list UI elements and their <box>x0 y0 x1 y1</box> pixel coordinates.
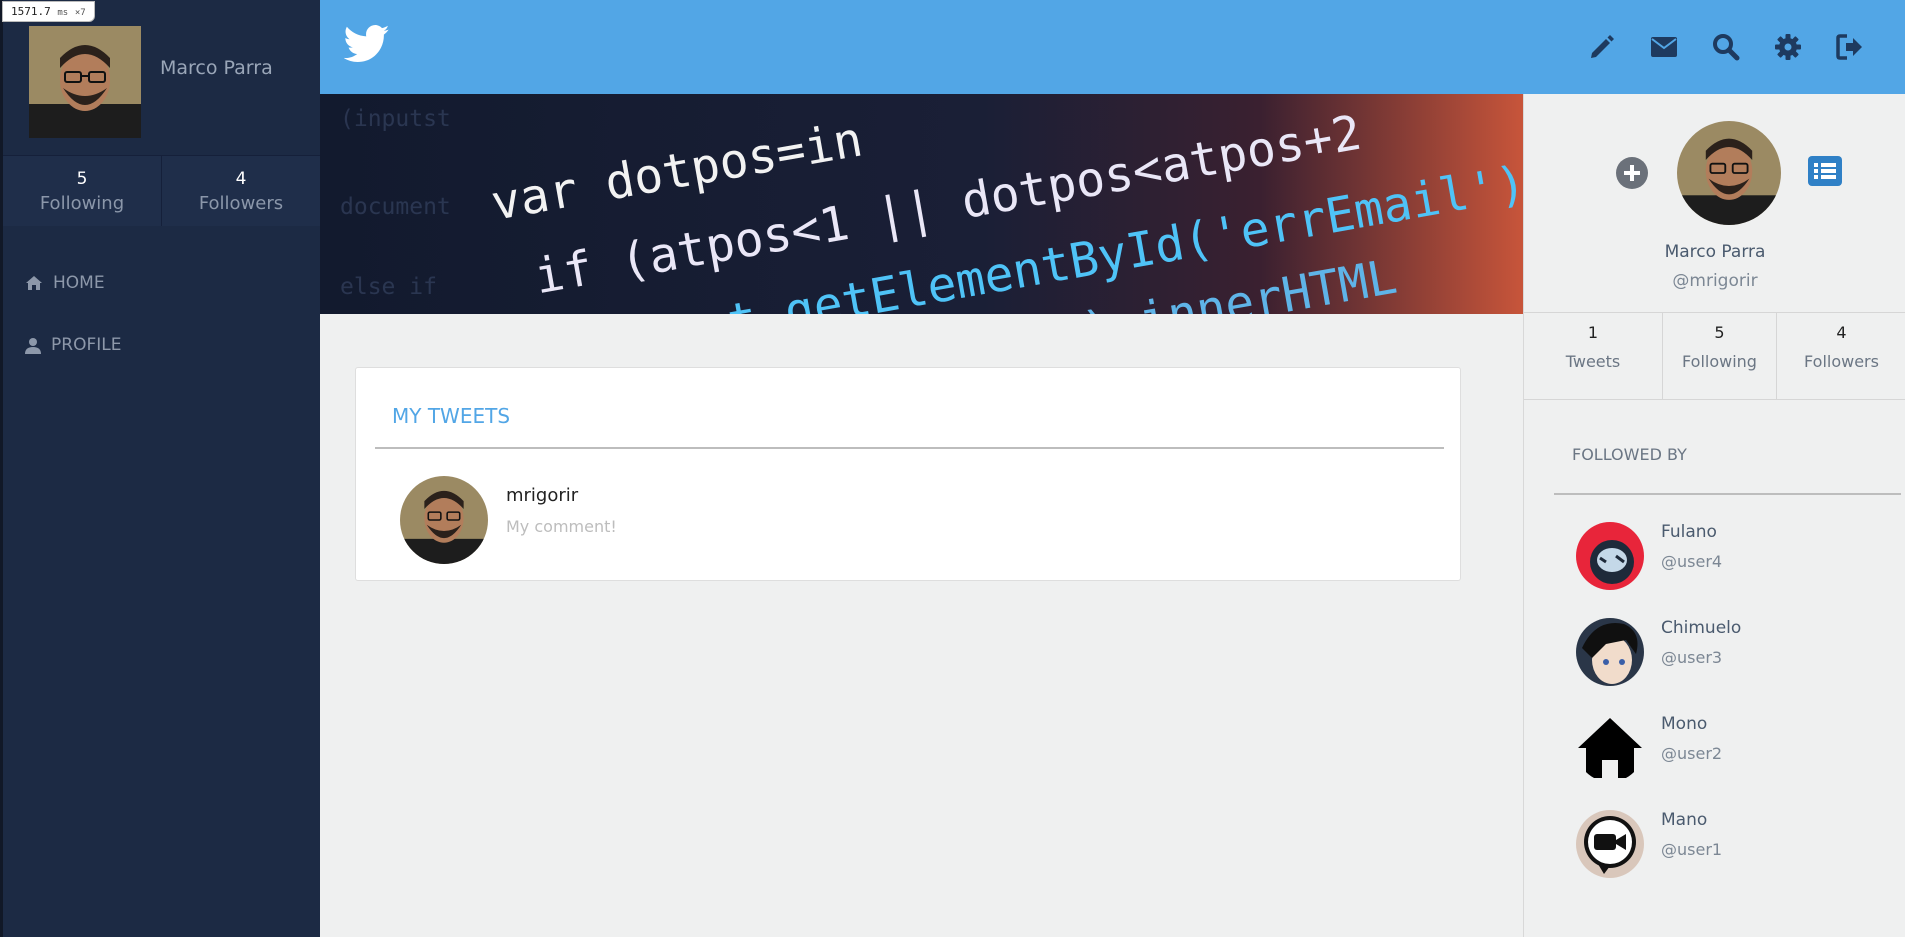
sidebar-item-home[interactable]: HOME <box>3 252 320 314</box>
svg-text:document: document <box>340 194 451 220</box>
stat-label: Tweets <box>1565 352 1621 371</box>
home-icon <box>26 276 42 290</box>
perf-count: ×7 <box>74 8 86 18</box>
search-icon[interactable] <box>1711 32 1741 62</box>
follower-item[interactable]: Fulano @user4 <box>1576 522 1896 592</box>
sign-out-icon[interactable] <box>1835 32 1865 62</box>
follower-name: Mano <box>1661 810 1708 830</box>
perf-time: 1571.7 <box>11 5 51 18</box>
profile-stat-followers[interactable]: 4 Followers <box>1776 313 1905 399</box>
divider <box>375 447 1444 449</box>
divider <box>1554 493 1901 495</box>
sidebar-user-name: Marco Parra <box>160 57 273 79</box>
follower-item[interactable]: Mano @user1 <box>1576 810 1896 880</box>
profile-banner: (inputst document else if var dotpos=in … <box>320 94 1524 314</box>
user-icon <box>25 337 41 354</box>
section-title: MY TWEETS <box>392 404 511 428</box>
avatar[interactable] <box>400 476 488 564</box>
perf-unit: ms <box>57 8 69 18</box>
header-actions <box>1555 32 1865 62</box>
follower-name: Mono <box>1661 714 1708 734</box>
gear-icon[interactable] <box>1773 32 1803 62</box>
follower-name: Fulano <box>1661 522 1717 542</box>
avatar[interactable] <box>29 26 141 138</box>
svg-text:else if: else if <box>340 274 437 300</box>
sidebar-item-label: HOME <box>53 273 105 293</box>
stat-value: 4 <box>235 169 247 189</box>
compose-icon[interactable] <box>1587 32 1617 62</box>
svg-text:(inputst: (inputst <box>340 106 451 132</box>
envelope-icon[interactable] <box>1649 32 1679 62</box>
follower-handle: @user3 <box>1661 648 1723 667</box>
top-header <box>320 0 1905 94</box>
my-tweets-card: MY TWEETS mrigorir My comment! <box>355 367 1461 581</box>
sidebar-item-profile[interactable]: PROFILE <box>3 314 320 376</box>
stat-value: 5 <box>1714 323 1725 342</box>
twitter-bird-icon[interactable] <box>343 24 390 68</box>
avatar[interactable] <box>1576 618 1644 686</box>
follower-handle: @user1 <box>1661 840 1723 859</box>
list-icon[interactable] <box>1808 156 1842 190</box>
follower-item[interactable]: Mono @user2 <box>1576 714 1896 784</box>
sidebar-stat-followers[interactable]: 4 Followers <box>161 156 320 226</box>
stat-value: 1 <box>1587 323 1599 342</box>
tweet-item[interactable]: mrigorir My comment! <box>400 476 1300 566</box>
follower-handle: @user4 <box>1661 552 1723 571</box>
profile-panel: Marco Parra @mrigorir 1 Tweets 5 Followi… <box>1523 94 1905 937</box>
avatar[interactable] <box>1576 522 1644 590</box>
follower-name: Chimuelo <box>1661 618 1742 638</box>
sidebar-user-card: Marco Parra <box>3 0 320 156</box>
profile-stats: 1 Tweets 5 Following 4 Followers <box>1524 312 1905 400</box>
sidebar-item-label: PROFILE <box>51 335 122 355</box>
video-call-icon[interactable] <box>1576 810 1644 878</box>
stat-label: Following <box>39 193 125 214</box>
stat-label: Followers <box>1804 352 1879 371</box>
follow-plus-icon[interactable] <box>1615 156 1649 194</box>
sidebar-stats: 5 Following 4 Followers <box>3 156 320 226</box>
stat-value: 4 <box>1836 323 1847 342</box>
avatar[interactable] <box>1677 121 1781 225</box>
perf-overlay: 1571.7 ms ×7 <box>2 1 95 22</box>
profile-handle: @mrigorir <box>1672 271 1758 291</box>
stat-label: Followers <box>198 193 284 214</box>
followed-by-title: FOLLOWED BY <box>1572 445 1687 464</box>
tweet-username[interactable]: mrigorir <box>506 485 578 506</box>
tweet-text: My comment! <box>506 517 617 536</box>
profile-stat-tweets[interactable]: 1 Tweets <box>1524 313 1662 399</box>
follower-handle: @user2 <box>1661 744 1723 763</box>
sidebar-stat-following[interactable]: 5 Following <box>3 156 161 226</box>
profile-name: Marco Parra <box>1664 242 1766 262</box>
home-icon[interactable] <box>1576 714 1644 782</box>
follower-item[interactable]: Chimuelo @user3 <box>1576 618 1896 688</box>
profile-stat-following[interactable]: 5 Following <box>1662 313 1776 399</box>
stat-label: Following <box>1682 352 1757 371</box>
sidebar: Marco Parra 5 Following 4 Followers HOME… <box>0 0 320 937</box>
stat-value: 5 <box>76 169 88 189</box>
